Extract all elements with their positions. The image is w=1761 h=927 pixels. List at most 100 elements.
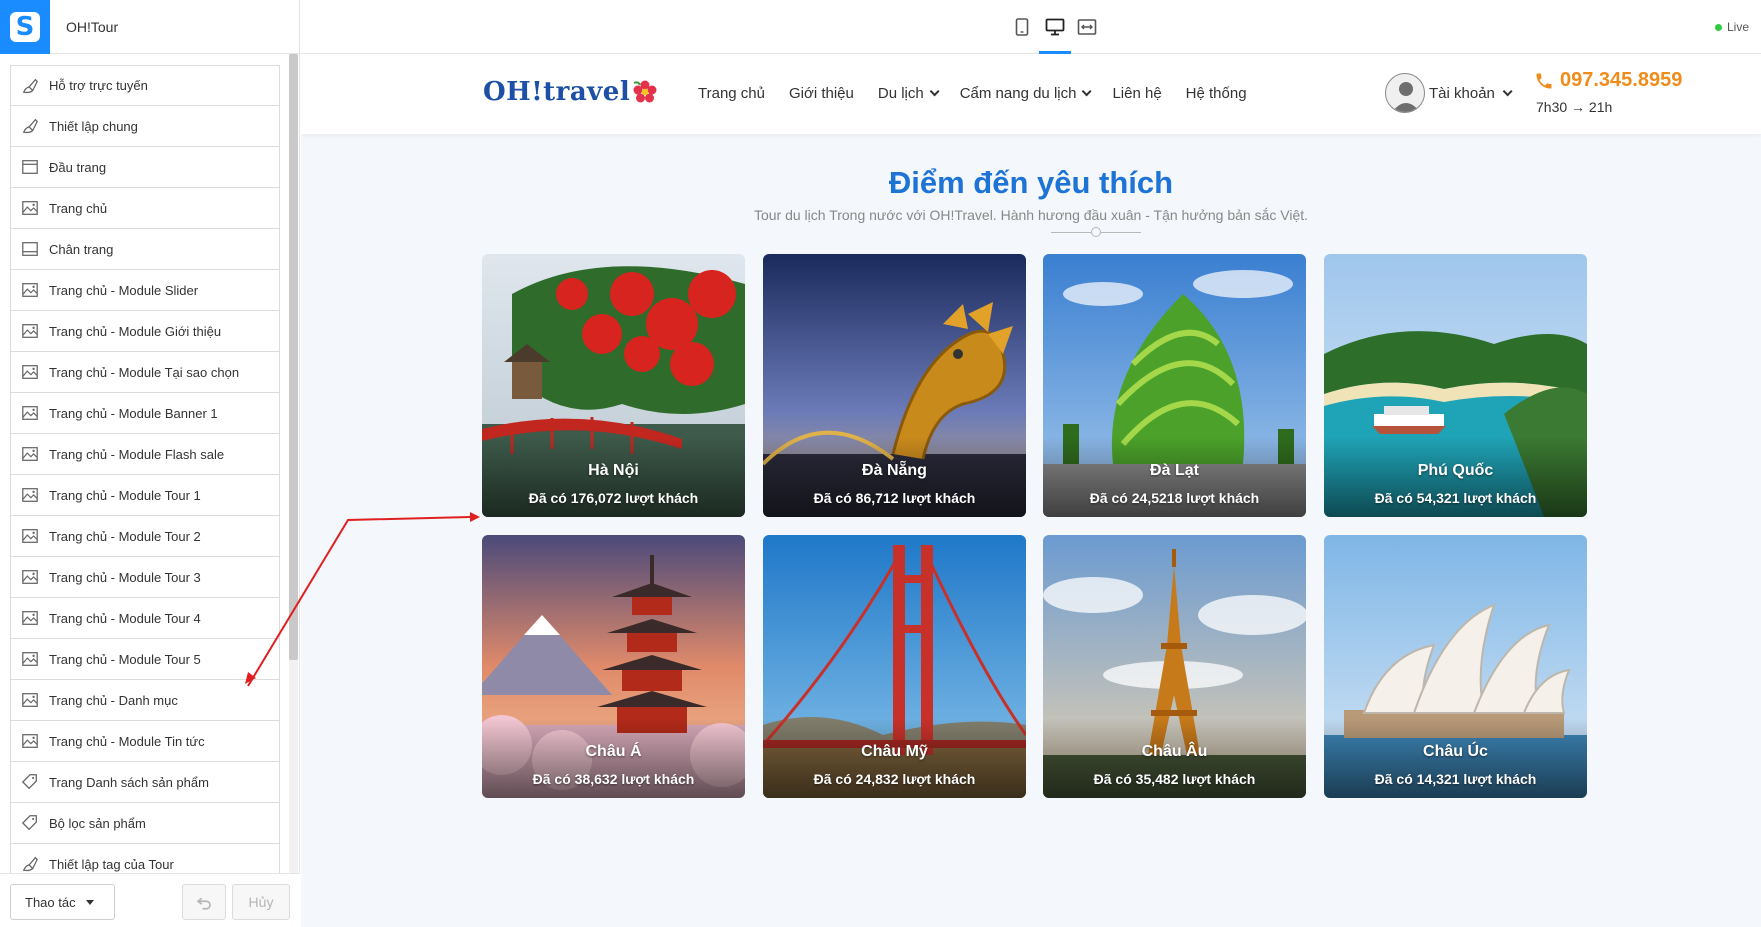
destination-card[interactable]: Đà Nẵng Đã có 86,712 lượt khách [763,254,1026,517]
destination-card[interactable]: Đà Lạt Đã có 24,5218 lượt khách [1043,254,1306,517]
sidebar-item-label: Trang chủ - Module Tour 3 [49,569,201,585]
brush-icon [22,78,38,93]
destination-visitor-count: Đã có 24,832 lượt khách [813,771,976,787]
image-icon [22,734,38,748]
sidebar-item[interactable]: Trang chủ - Module Tin tức [10,721,280,762]
chevron-down-icon [1502,85,1513,96]
destination-visitor-count: Đã có 38,632 lượt khách [532,771,695,787]
site-name: OH!Tour [66,18,119,35]
sidebar-item[interactable]: Chân trang [10,229,280,270]
sidebar-item[interactable]: Bộ lọc sản phẩm [10,803,280,844]
nav-item[interactable]: Giới thiệu [789,85,854,102]
sidebar-item[interactable]: Trang chủ - Module Tour 2 [10,516,280,557]
sidebar-item[interactable]: Hỗ trợ trực tuyến [10,65,280,106]
destination-card[interactable]: Châu Mỹ Đã có 24,832 lượt khách [763,535,1026,798]
destination-name: Châu Á [585,743,642,760]
destination-visitor-count: Đã có 54,321 lượt khách [1374,490,1537,506]
hotline[interactable]: 097.345.8959 [1534,69,1682,92]
nav-item[interactable]: Trang chủ [698,85,765,102]
editor-sidebar: S OH!Tour Hỗ trợ trực tuyến Thiết lập chu… [0,0,300,927]
sidebar-item[interactable]: Trang chủ - Module Giới thiệu [10,311,280,352]
sidebar-item-label: Chân trang [49,241,114,257]
site-header: OH!travel Trang chủ Giới thiệu Du lịch Cẩm … [301,55,1761,134]
sidebar-item[interactable]: Trang Danh sách sản phẩm [10,762,280,803]
header-layout-icon [22,160,38,174]
destination-name: Châu Mỹ [861,743,928,760]
settings-menu: Hỗ trợ trực tuyến Thiết lập chung Đầu tran… [10,65,280,873]
nav-item-label: Hệ thống [1185,85,1247,102]
tag-icon [21,774,37,790]
nav-item-label: Du lịch [877,85,924,102]
destination-visitor-count: Đã có 24,5218 lượt khách [1089,490,1260,506]
sidebar-item-label: Trang chủ - Module Tin tức [49,733,205,749]
account-label: Tài khoản [1429,84,1495,102]
brush-icon [22,856,38,872]
sidebar-item-label: Trang chủ - Module Tour 5 [49,651,201,667]
destination-card[interactable]: Châu Á Đã có 38,632 lượt khách [482,535,745,798]
destinations-grid: Hà Nội Đã có 176,072 lượt khách Đà Nẵng Đã … [482,254,1666,799]
destination-card[interactable]: Hà Nội Đã có 176,072 lượt khách [482,254,745,517]
site-nav: Trang chủ Giới thiệu Du lịch Cẩm nang du lị… [698,85,1271,102]
avatar [1385,73,1425,113]
caret-down-icon [85,899,94,905]
mobile-view-icon[interactable] [1011,16,1033,38]
sidebar-item[interactable]: Trang chủ - Danh mục [10,680,280,721]
account-menu[interactable]: Tài khoản [1385,73,1513,113]
destination-card[interactable]: Châu Âu Đã có 35,482 lượt khách [1043,535,1306,798]
actions-dropdown-button[interactable]: Thao tác [10,884,115,920]
sidebar-item-label: Thiết lập chung [49,118,138,134]
sidebar-item[interactable]: Thiết lập tag của Tour [10,844,280,873]
chevron-down-icon [1082,86,1093,97]
sidebar-item[interactable]: Đầu trang [10,147,280,188]
opening-hours: 7h30 → 21h [1536,99,1613,115]
image-icon [22,201,38,215]
phone-icon [1536,73,1552,88]
cancel-button[interactable]: Hủy [232,884,290,920]
s-logo-icon: S [10,11,40,42]
chevron-down-icon [929,86,940,97]
sidebar-item-label: Trang chủ [49,200,108,216]
sidebar-footer: Thao tác Hủy [0,873,300,927]
nav-item-label: Liên hệ [1112,85,1162,102]
image-icon [22,693,38,707]
tag-icon [21,815,37,831]
desktop-view-icon[interactable] [1044,16,1066,38]
brand-logo[interactable]: OH!travel [483,77,658,107]
image-icon [22,529,38,543]
image-icon [22,447,38,461]
sidebar-item-label: Trang chủ - Module Tour 2 [49,528,201,544]
sidebar-item[interactable]: Trang chủ - Module Tour 3 [10,557,280,598]
sidebar-item[interactable]: Trang chủ - Module Tại sao chọn [10,352,280,393]
sidebar-item[interactable]: Thiết lập chung [10,106,280,147]
image-icon [22,570,38,584]
nav-item[interactable]: Hệ thống [1186,85,1247,102]
undo-button[interactable] [182,884,226,920]
image-icon [22,611,38,625]
nav-item[interactable]: Du lịch [877,85,940,102]
sidebar-item[interactable]: Trang chủ - Module Banner 1 [10,393,280,434]
sidebar-item[interactable]: Trang chủ [10,188,280,229]
destination-name: Đà Nẵng [862,462,927,479]
nav-item[interactable]: Liên hệ [1112,85,1161,102]
destination-visitor-count: Đã có 35,482 lượt khách [1093,771,1256,787]
sidebar-item-label: Đầu trang [49,159,107,175]
actions-label: Thao tác [25,894,76,910]
sidebar-item[interactable]: Trang chủ - Module Slider [10,270,280,311]
sidebar-item[interactable]: Trang chủ - Module Tour 4 [10,598,280,639]
live-dot-icon [1714,23,1722,31]
sidebar-scrollbar-thumb[interactable] [289,54,298,660]
sidebar-item-label: Trang chủ - Module Giới thiệu [49,323,222,339]
nav-item[interactable]: Cẩm nang du lịch [959,85,1093,102]
destination-card[interactable]: Châu Úc Đã có 14,321 lượt khách [1324,535,1587,798]
sidebar-item[interactable]: Trang chủ - Module Tour 1 [10,475,280,516]
app-logo[interactable]: S [0,0,50,54]
image-icon [22,488,38,502]
nav-item-label: Cẩm nang du lịch [959,85,1077,102]
fullwidth-view-icon[interactable] [1076,16,1098,38]
destination-card[interactable]: Phú Quốc Đã có 54,321 lượt khách [1324,254,1587,517]
image-icon [22,324,38,338]
live-status[interactable]: Live [1714,20,1749,34]
sidebar-item[interactable]: Trang chủ - Module Tour 5 [10,639,280,680]
sidebar-item[interactable]: Trang chủ - Module Flash sale [10,434,280,475]
sidebar-item-label: Trang chủ - Module Tại sao chọn [49,364,240,380]
